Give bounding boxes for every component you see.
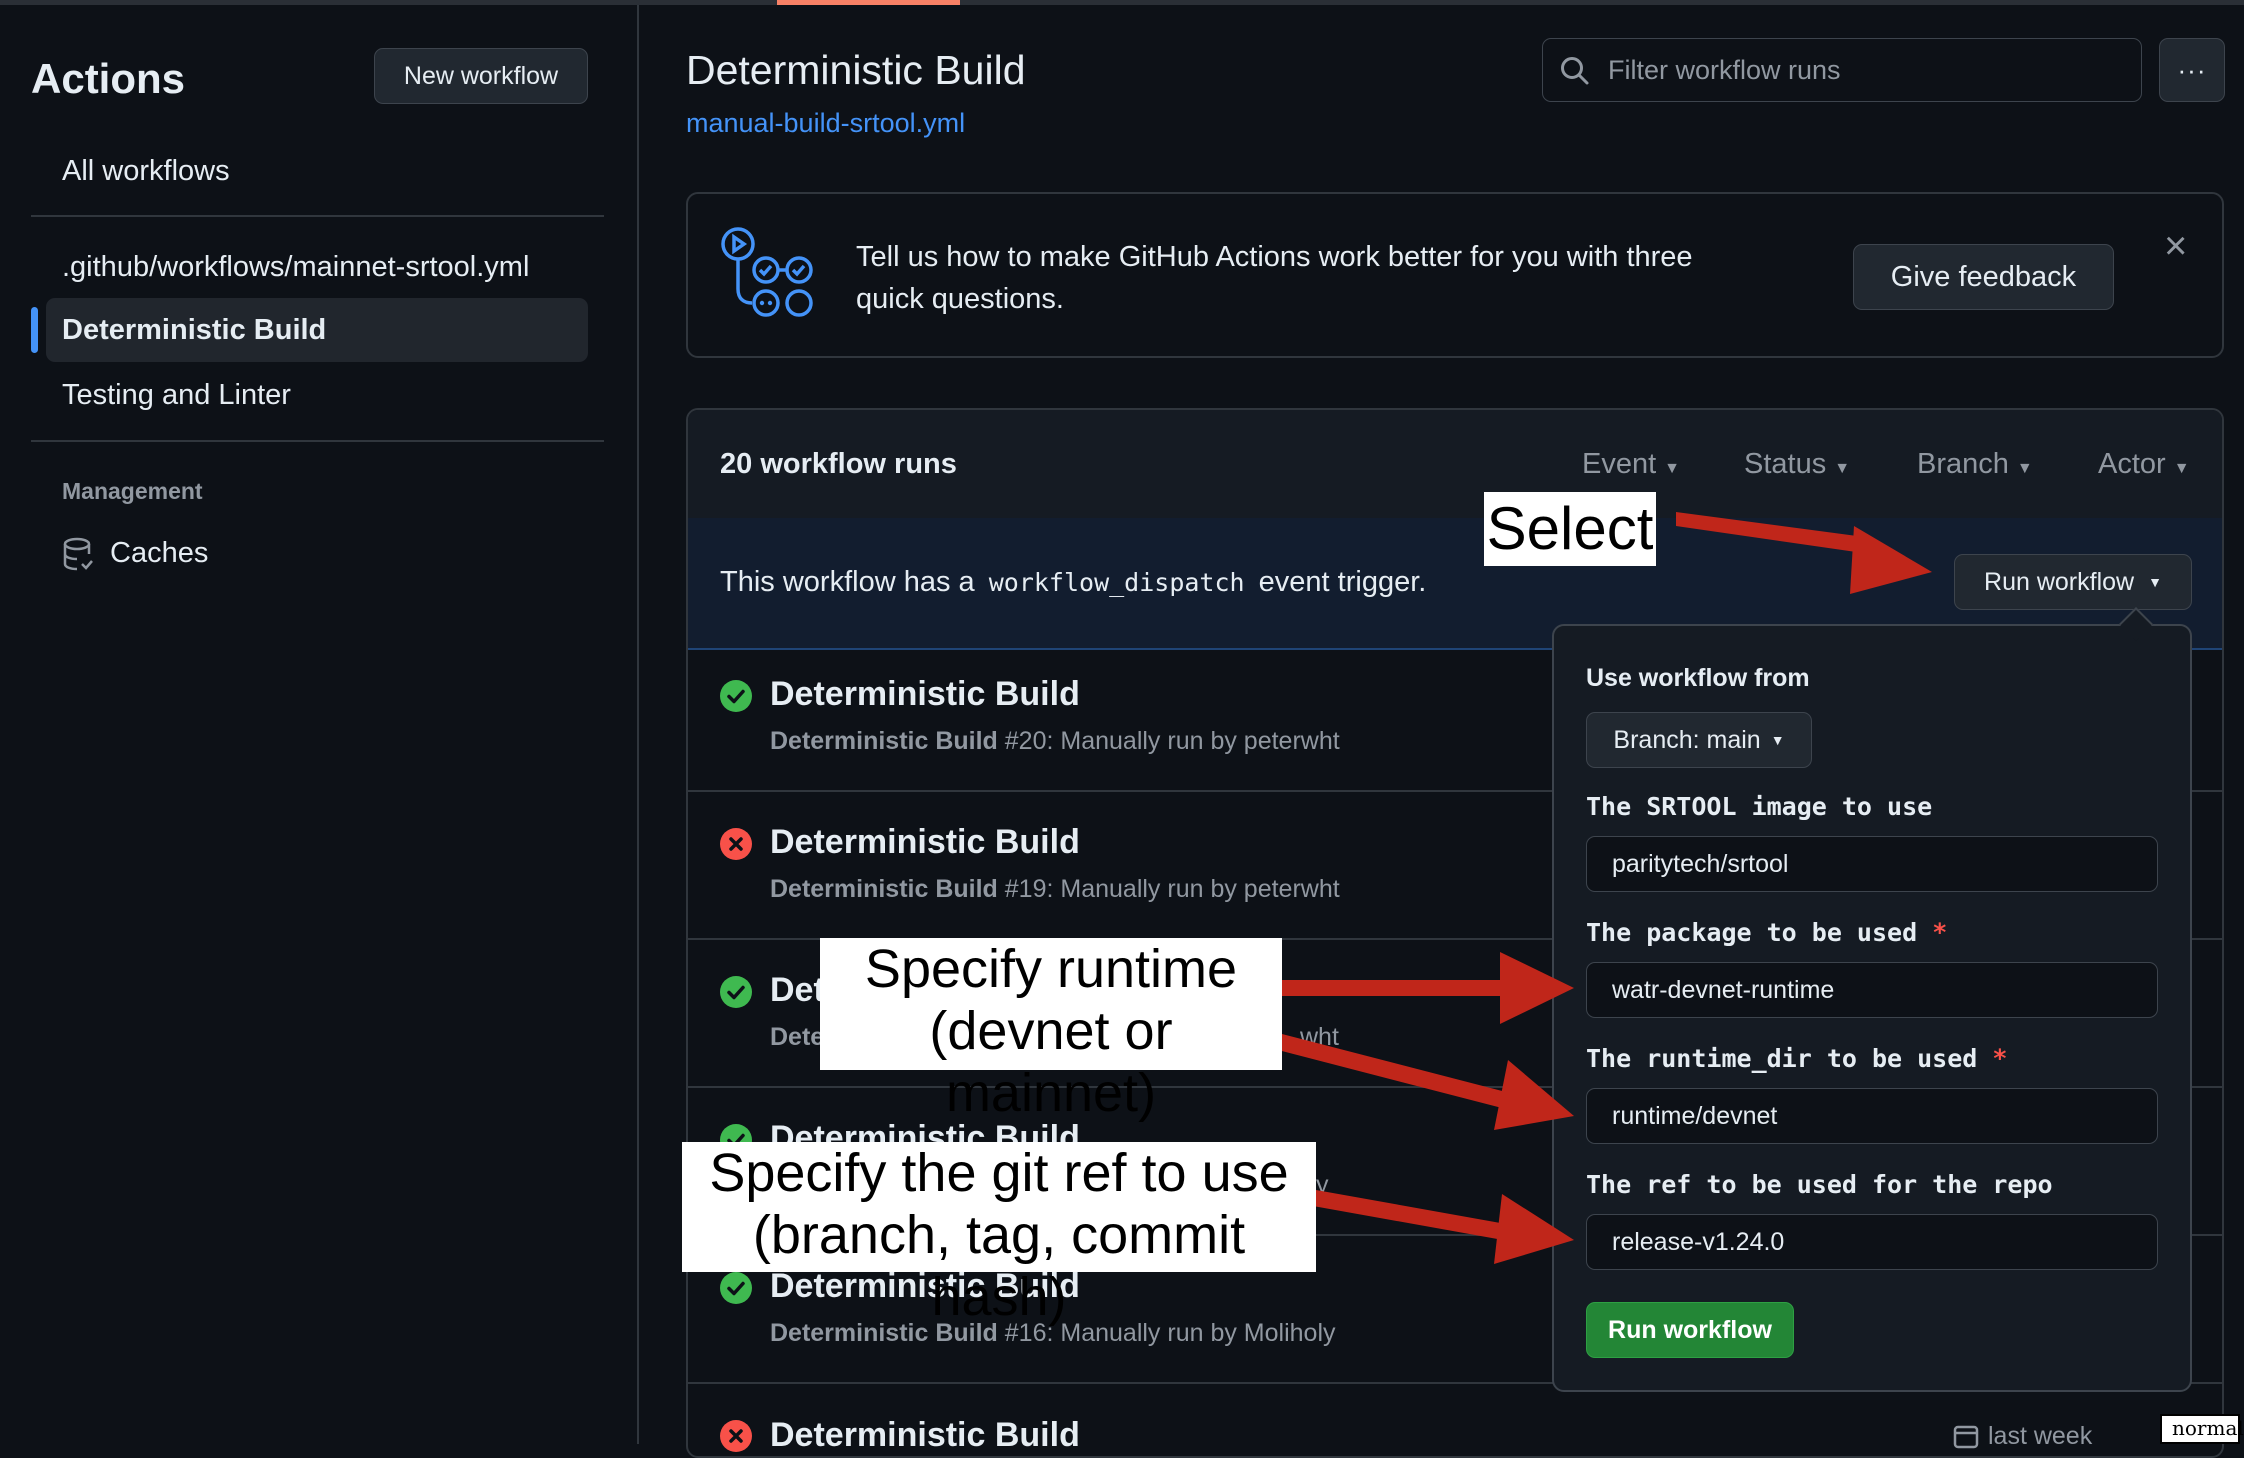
annotation-runtime-line2: (devnet or mainnet) — [929, 1001, 1173, 1124]
annotation-ref-line2: (branch, tag, commit hash) — [752, 1205, 1246, 1328]
annotation-ref: Specify the git ref to use (branch, tag,… — [682, 1142, 1316, 1327]
annotation-select: Select — [1484, 492, 1656, 566]
annotation-runtime-line1: Specify runtime — [864, 939, 1238, 999]
annotation-ref-line1: Specify the git ref to use — [709, 1143, 1289, 1203]
annotation-runtime: Specify runtime (devnet or mainnet) — [820, 938, 1282, 1123]
arrow-to-package-field — [1282, 952, 1574, 1024]
arrow-to-runtime-dir-field — [1278, 1034, 1574, 1130]
arrow-to-run-workflow — [1676, 512, 1932, 594]
arrow-to-ref-field — [1313, 1190, 1574, 1264]
